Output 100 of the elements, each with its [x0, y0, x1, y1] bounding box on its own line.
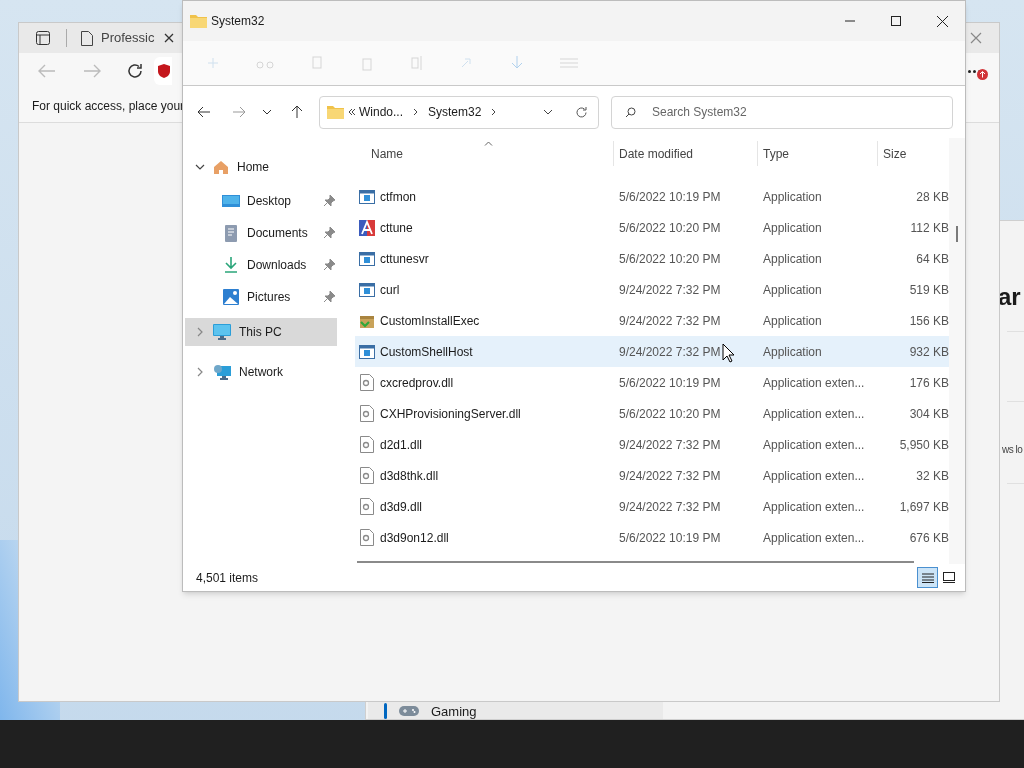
program-window-icon [359, 344, 375, 359]
file-row[interactable]: d3d8thk.dll 9/24/2022 7:32 PM Application exten... 32 KB [355, 460, 949, 491]
breadcrumb-item[interactable]: Windo... [359, 103, 403, 121]
forward-arrow-icon[interactable] [232, 106, 246, 118]
type-cell-text: Application exten... [762, 467, 866, 485]
close-tab-icon[interactable] [164, 33, 175, 43]
sort-ascending-icon [484, 141, 493, 146]
close-icon [936, 15, 948, 27]
program-window-icon [359, 282, 375, 297]
update-badge-icon [977, 68, 988, 80]
file-row[interactable]: CustomInstallExec 9/24/2022 7:32 PM Application 156 KB [355, 305, 949, 336]
size-cell-text: 112 KB [909, 219, 949, 237]
maximize-icon [891, 16, 901, 26]
address-bar[interactable]: Windo... System32 [319, 95, 599, 129]
square-icon [942, 572, 955, 583]
refresh-icon[interactable] [126, 62, 144, 80]
breadcrumb-item[interactable]: System32 [428, 103, 482, 121]
details-view-button[interactable] [917, 567, 938, 588]
size-cell-text: 304 KB [908, 405, 949, 423]
sidebar-item[interactable]: Pictures [183, 281, 339, 313]
forward-arrow-icon[interactable] [83, 64, 101, 78]
file-name: CustomShellHost [380, 343, 473, 361]
column-header[interactable]: Name [371, 144, 403, 163]
type-cell-text: Application exten... [762, 436, 866, 454]
double-chevron-icon [348, 108, 356, 116]
file-row[interactable]: cttune 5/6/2022 10:20 PM Application 112 KB [355, 212, 949, 243]
sidebar-item[interactable]: Home [185, 153, 337, 181]
sidebar-item[interactable]: Network [185, 358, 337, 386]
size-cell-text: 64 KB [915, 250, 949, 268]
gear-file-icon [360, 436, 374, 453]
scrollbar-thumb[interactable] [956, 226, 958, 242]
type-cell-text: Application exten... [762, 405, 866, 423]
file-name: d2d1.dll [380, 436, 423, 454]
type-cell-text: Application [762, 188, 823, 206]
column-header[interactable]: Size [883, 144, 907, 163]
pin-icon[interactable] [323, 227, 335, 239]
chevron-down-icon[interactable] [195, 162, 205, 172]
pin-icon[interactable] [323, 291, 335, 303]
date-cell: 5/6/2022 10:20 PM [619, 406, 721, 421]
date-cell: 9/24/2022 7:32 PM [619, 499, 721, 514]
pin-icon[interactable] [323, 259, 335, 271]
gear-file-icon [360, 374, 374, 391]
file-name: CustomInstallExec [380, 312, 480, 330]
address-bar[interactable] [154, 57, 172, 85]
up-arrow-icon[interactable] [291, 105, 303, 119]
date-cell: 5/6/2022 10:19 PM [619, 189, 721, 204]
date-cell: 9/24/2022 7:32 PM [619, 437, 721, 452]
date-cell: 9/24/2022 7:32 PM [619, 313, 721, 328]
file-row[interactable]: ctfmon 5/6/2022 10:19 PM Application 28 KB [355, 181, 949, 212]
pin-icon[interactable] [323, 195, 335, 207]
file-row[interactable]: d3d9.dll 9/24/2022 7:32 PM Application exten... 1,697 KB [355, 491, 949, 522]
file-name: cxcredprov.dll [380, 374, 454, 392]
shield-icon [158, 64, 170, 78]
tab-actions-icon[interactable] [36, 31, 50, 45]
chevron-down-icon[interactable] [543, 109, 553, 115]
size-cell-text: 676 KB [908, 529, 949, 547]
column-header[interactable]: Type [763, 144, 789, 163]
letter-a-icon [359, 219, 375, 236]
sidebar-item[interactable]: Downloads [183, 249, 339, 281]
sidebar-item[interactable]: Documents [183, 217, 339, 249]
download-arrow-icon [224, 257, 238, 273]
file-row[interactable]: CustomShellHost 9/24/2022 7:32 PM Application 932 KB [355, 336, 949, 367]
file-row[interactable]: CXHProvisioningServer.dll 5/6/2022 10:20 PM Application exten... 304 KB [355, 398, 949, 429]
type-cell-text: Application [762, 312, 823, 330]
file-row[interactable]: curl 9/24/2022 7:32 PM Application 519 KB [355, 274, 949, 305]
setting-description: ws lo [1002, 443, 1023, 457]
close-icon[interactable] [970, 32, 982, 44]
file-name: d3d8thk.dll [380, 467, 439, 485]
back-arrow-icon[interactable] [197, 106, 211, 118]
network-icon [213, 364, 231, 380]
file-name: d3d9on12.dll [380, 529, 449, 547]
size-cell-text: 32 KB [915, 467, 949, 485]
date-cell: 9/24/2022 7:32 PM [619, 468, 721, 483]
file-row[interactable]: cxcredprov.dll 5/6/2022 10:19 PM Application exten... 176 KB [355, 367, 949, 398]
file-name: cttunesvr [380, 250, 429, 268]
chevron-right-icon[interactable] [413, 108, 418, 116]
size-cell-text: 5,950 KB [898, 436, 949, 454]
sidebar-item[interactable]: This PC [185, 318, 337, 346]
program-window-icon [359, 251, 375, 266]
file-row[interactable]: d2d1.dll 9/24/2022 7:32 PM Application exten... 5,950 KB [355, 429, 949, 460]
gear-file-icon [360, 498, 374, 515]
file-row[interactable]: cttunesvr 5/6/2022 10:20 PM Application 64 KB [355, 243, 949, 274]
file-row[interactable]: d3d9on12.dll 5/6/2022 10:19 PM Application exten... 676 KB [355, 522, 949, 553]
chevron-right-icon[interactable] [491, 108, 497, 116]
date-cell: 5/6/2022 10:20 PM [619, 220, 721, 235]
browser-tab[interactable]: Professic [76, 23, 180, 53]
search-field[interactable]: Search System32 [611, 95, 953, 129]
type-cell-text: Application exten... [762, 529, 866, 547]
type-cell-text: Application exten... [762, 498, 866, 516]
folder-icon [190, 14, 207, 28]
size-cell-text: 519 KB [908, 281, 949, 299]
sidebar-item[interactable]: Desktop [183, 185, 339, 217]
item-count: 4,501 items [196, 569, 259, 587]
column-header[interactable]: Date modified [619, 144, 694, 163]
date-cell: 5/6/2022 10:19 PM [619, 375, 721, 390]
refresh-icon[interactable] [575, 105, 588, 119]
page-icon [81, 30, 93, 46]
recent-locations-icon[interactable] [262, 109, 272, 115]
horizontal-scrollbar[interactable] [357, 561, 914, 563]
type-cell-text: Application [762, 281, 823, 299]
